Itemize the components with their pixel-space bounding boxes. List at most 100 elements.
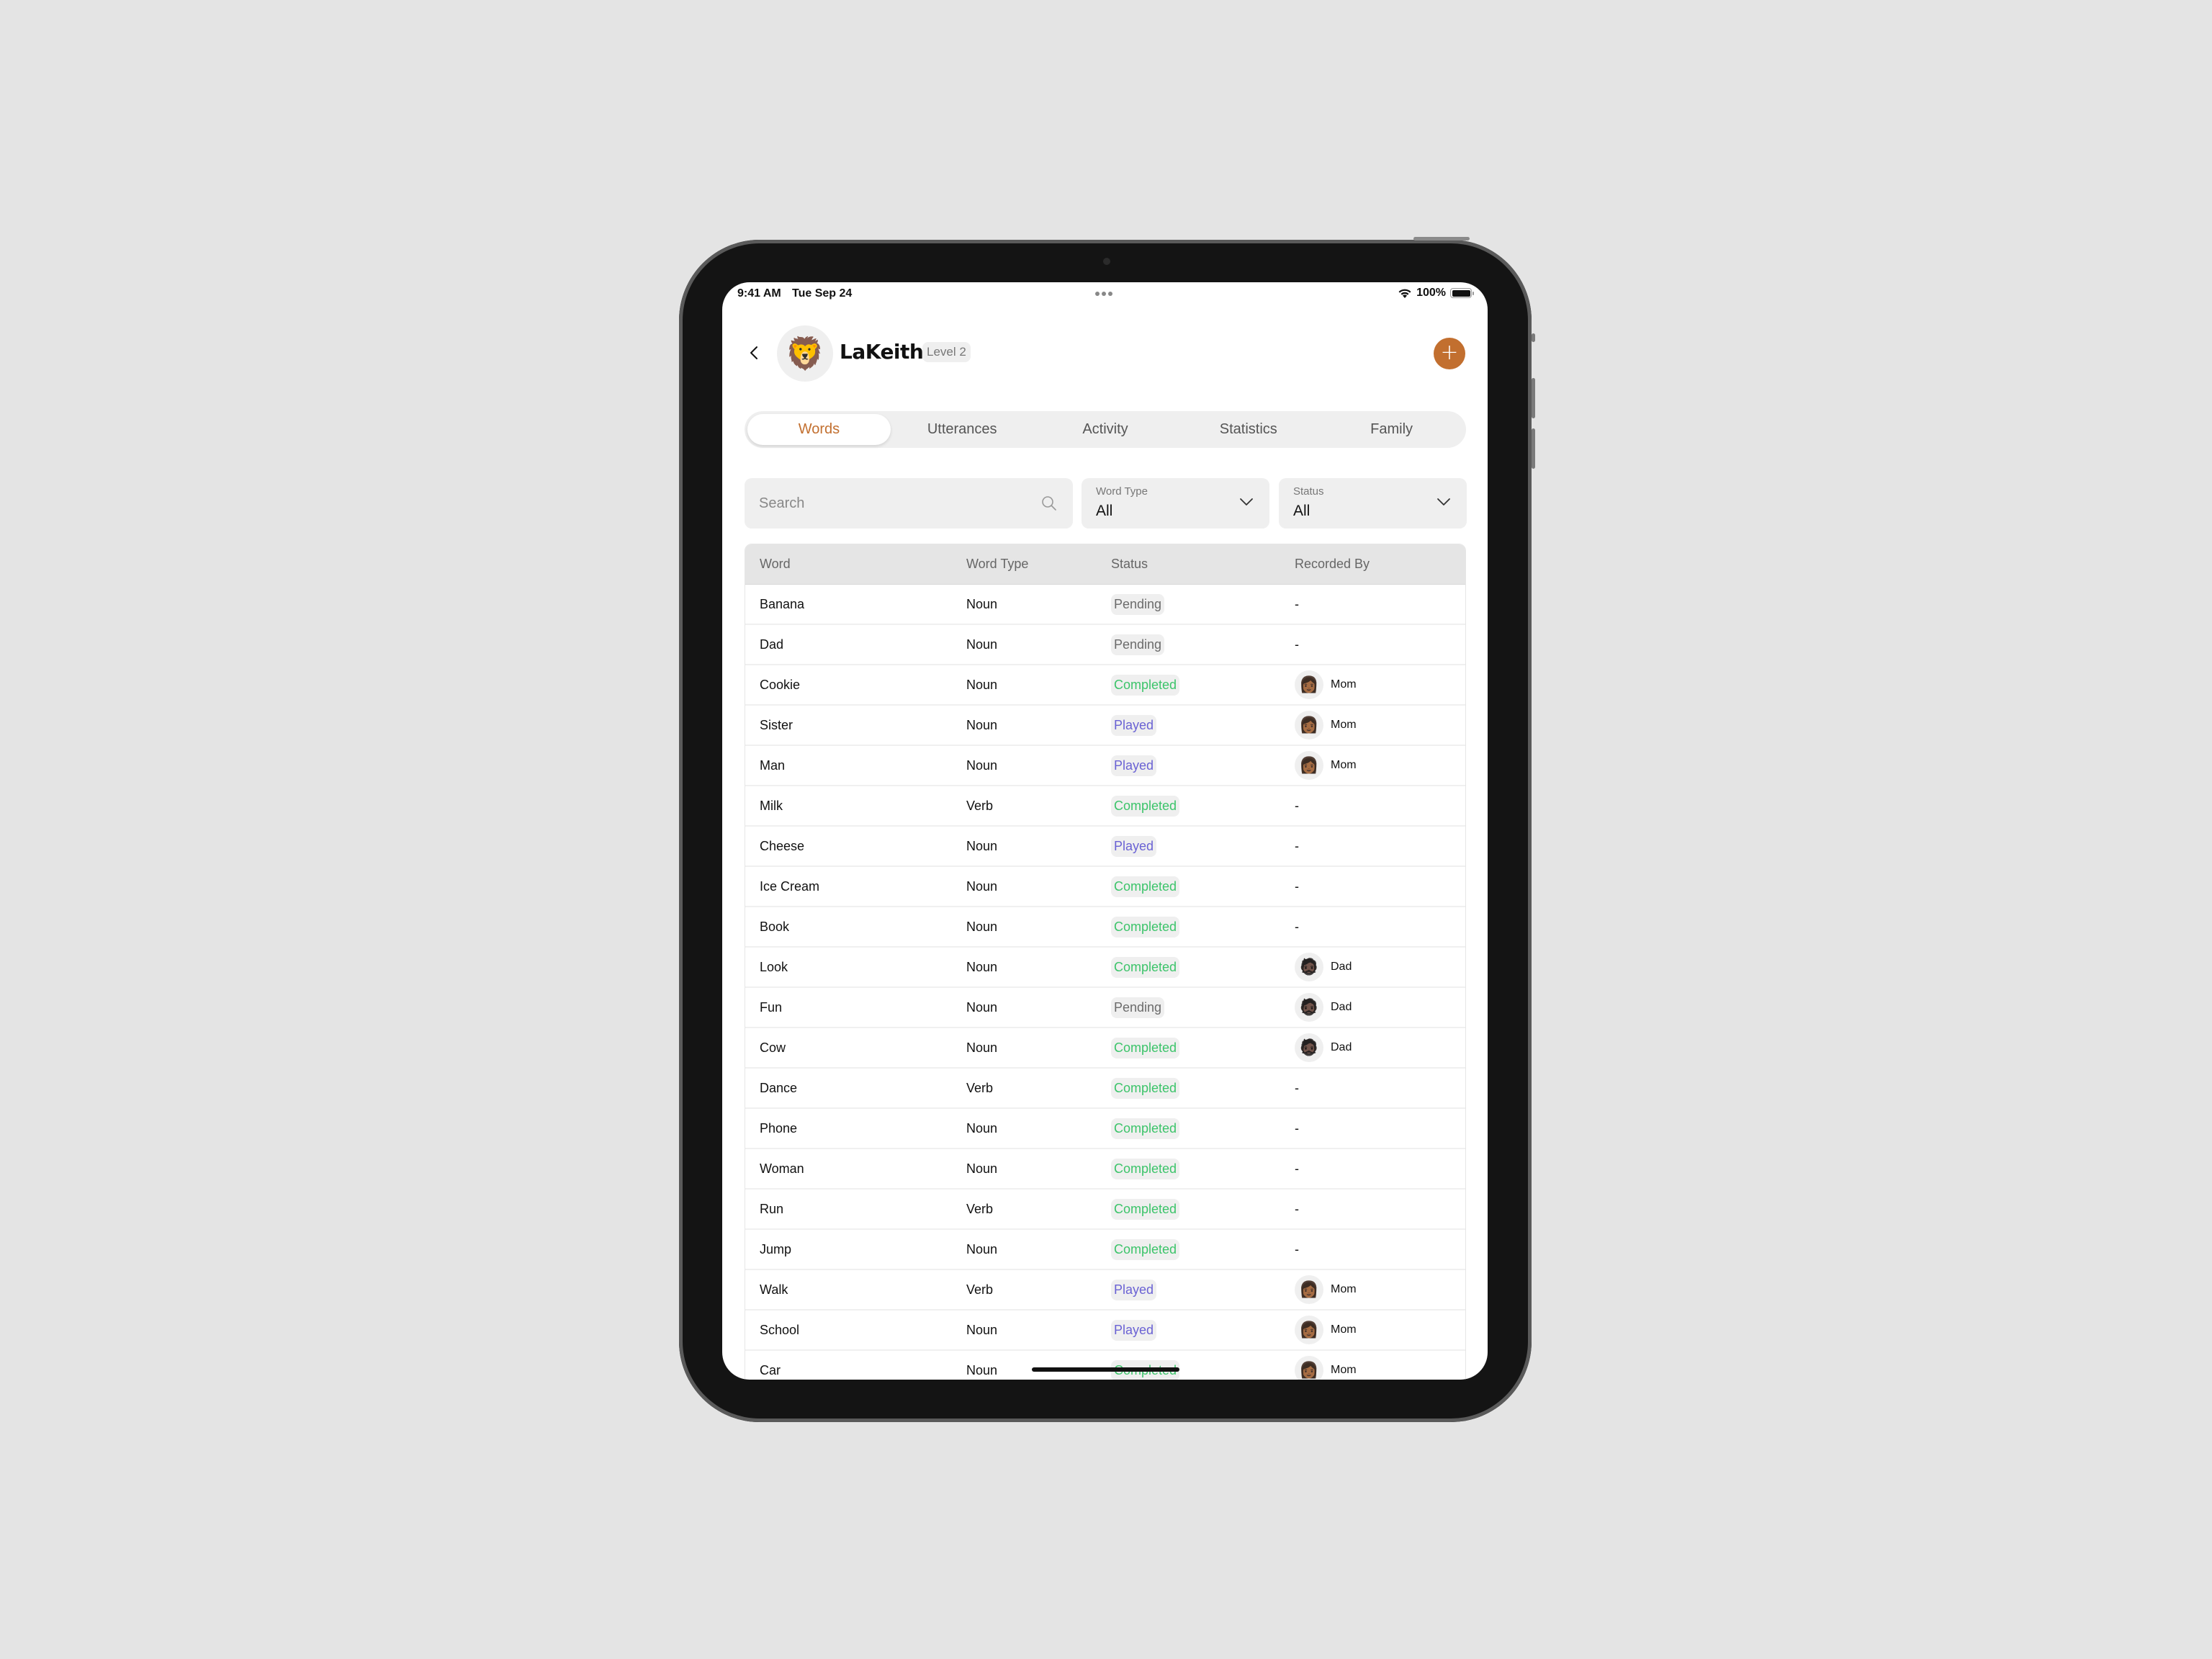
cell-status: Played [1111,714,1295,736]
mom-emoji-icon: 👩🏾 [1299,756,1319,774]
cell-word: Cow [760,1040,786,1055]
table-row[interactable]: Cow Noun Completed 🧔🏿 Dad [745,1028,1465,1069]
chevron-down-icon [1240,498,1253,505]
table-row[interactable]: Cheese Noun Played - [745,827,1465,867]
column-header-recorded-by[interactable]: Recorded By [1295,557,1465,572]
tab-activity[interactable]: Activity [1034,414,1177,445]
mom-emoji-icon: 👩🏾 [1299,1361,1319,1379]
column-header-word-type[interactable]: Word Type [966,557,1111,572]
recorded-by-empty: - [1295,1241,1299,1256]
search-icon[interactable] [1041,495,1057,511]
table-row[interactable]: Walk Verb Played 👩🏾 Mom [745,1270,1465,1310]
cell-word: Walk [760,1282,788,1297]
child-avatar: 🦁 [777,325,833,382]
add-button[interactable]: + [1434,338,1465,369]
status-badge: Completed [1111,1077,1180,1099]
cell-recorded-by: 👩🏾 Mom [1295,751,1465,780]
table-row[interactable]: Phone Noun Completed - [745,1109,1465,1149]
table-row[interactable]: Fun Noun Pending 🧔🏿 Dad [745,988,1465,1028]
cell-word-type: Noun [966,637,998,652]
status-dropdown[interactable]: Status All [1279,478,1467,529]
wifi-icon [1398,289,1411,298]
volume-down-button [1532,428,1535,469]
table-row[interactable]: Woman Noun Completed - [745,1149,1465,1190]
table-row[interactable]: Banana Noun Pending - [745,585,1465,625]
cell-word-type: Noun [966,717,998,732]
cell-status: Played [1111,1279,1295,1300]
cell-word-type: Noun [966,1322,998,1337]
table-row[interactable]: School Noun Played 👩🏾 Mom [745,1310,1465,1351]
recorded-by-name: Dad [1331,961,1352,973]
cell-status: Played [1111,1319,1295,1341]
cell-recorded-by: - [1295,1202,1465,1217]
table-row[interactable]: Dance Verb Completed - [745,1069,1465,1109]
cell-status: Completed [1111,1198,1295,1220]
dad-emoji-icon: 🧔🏿 [1299,1038,1319,1056]
table-row[interactable]: Milk Verb Completed - [745,786,1465,827]
status-badge: Played [1111,835,1157,857]
status-badge: Completed [1111,1037,1180,1058]
cell-status: Completed [1111,795,1295,817]
recorded-by-name: Mom [1331,719,1357,731]
cell-word-type: Noun [966,677,998,692]
cell-word: Car [760,1362,781,1377]
cell-status: Pending [1111,997,1295,1018]
cell-status: Played [1111,835,1295,857]
cell-recorded-by: - [1295,1121,1465,1136]
status-bar: 9:41 AM Tue Sep 24 100% [722,282,1488,305]
recorded-by-name: Mom [1331,1283,1357,1295]
table-body: Banana Noun Pending - Dad Noun Pending - Cookie N… [745,585,1465,1380]
status-badge: Completed [1111,1158,1180,1179]
back-chevron-icon[interactable] [746,344,763,361]
cell-recorded-by: 👩🏾 Mom [1295,670,1465,699]
recorded-by-empty: - [1295,838,1299,853]
tab-words[interactable]: Words [747,414,891,445]
cell-word: Jump [760,1241,792,1256]
recorded-by-empty: - [1295,596,1299,611]
search-field[interactable] [745,478,1073,529]
cell-word-type: Verb [966,798,994,813]
tab-family[interactable]: Family [1320,414,1463,445]
cell-word: Woman [760,1161,804,1176]
tab-utterances[interactable]: Utterances [891,414,1034,445]
table-row[interactable]: Jump Noun Completed - [745,1230,1465,1270]
mom-emoji-icon: 👩🏾 [1299,1280,1319,1298]
word-type-dropdown[interactable]: Word Type All [1082,478,1269,529]
table-row[interactable]: Look Noun Completed 🧔🏿 Dad [745,948,1465,988]
recorded-by-empty: - [1295,1161,1299,1176]
recorder-avatar: 🧔🏿 [1295,953,1323,981]
recorded-by-empty: - [1295,637,1299,652]
cell-word-type: Noun [966,878,998,894]
column-header-status[interactable]: Status [1111,557,1295,572]
cell-word: Ice Cream [760,878,820,894]
status-badge: Played [1111,714,1157,736]
chevron-down-icon [1437,498,1450,505]
table-row[interactable]: CarNounCompleted👩🏾Mom [745,1351,1465,1380]
table-row[interactable]: Man Noun Played 👩🏾 Mom [745,746,1465,786]
status-badge: Pending [1111,997,1165,1018]
word-type-value: All [1096,503,1113,519]
column-header-word[interactable]: Word [745,557,966,572]
table-row[interactable]: Run Verb Completed - [745,1190,1465,1230]
search-input[interactable] [759,478,1033,529]
table-row[interactable]: Ice Cream Noun Completed - [745,867,1465,907]
cell-recorded-by: 👩🏾 Mom [1295,1356,1465,1380]
home-indicator[interactable] [1032,1367,1179,1372]
recorder-avatar: 🧔🏿 [1295,1033,1323,1062]
status-badge: Completed [1111,1198,1180,1220]
cell-status: Completed [1111,1238,1295,1260]
table-row[interactable]: Dad Noun Pending - [745,625,1465,665]
recorded-by-name: Mom [1331,1364,1357,1376]
multitasking-dots-icon[interactable] [1095,292,1112,296]
status-badge: Completed [1111,1118,1180,1139]
word-type-label: Word Type [1096,485,1148,498]
table-row[interactable]: Cookie Noun Completed 👩🏾 Mom [745,665,1465,706]
tab-statistics[interactable]: Statistics [1177,414,1320,445]
dad-emoji-icon: 🧔🏿 [1299,958,1319,976]
recorder-avatar: 🧔🏿 [1295,993,1323,1022]
table-row[interactable]: Sister Noun Played 👩🏾 Mom [745,706,1465,746]
status-badge: Completed [1111,916,1180,938]
table-row[interactable]: Book Noun Completed - [745,907,1465,948]
battery-percent: 100% [1416,287,1446,299]
status-badge: Completed [1111,795,1180,817]
